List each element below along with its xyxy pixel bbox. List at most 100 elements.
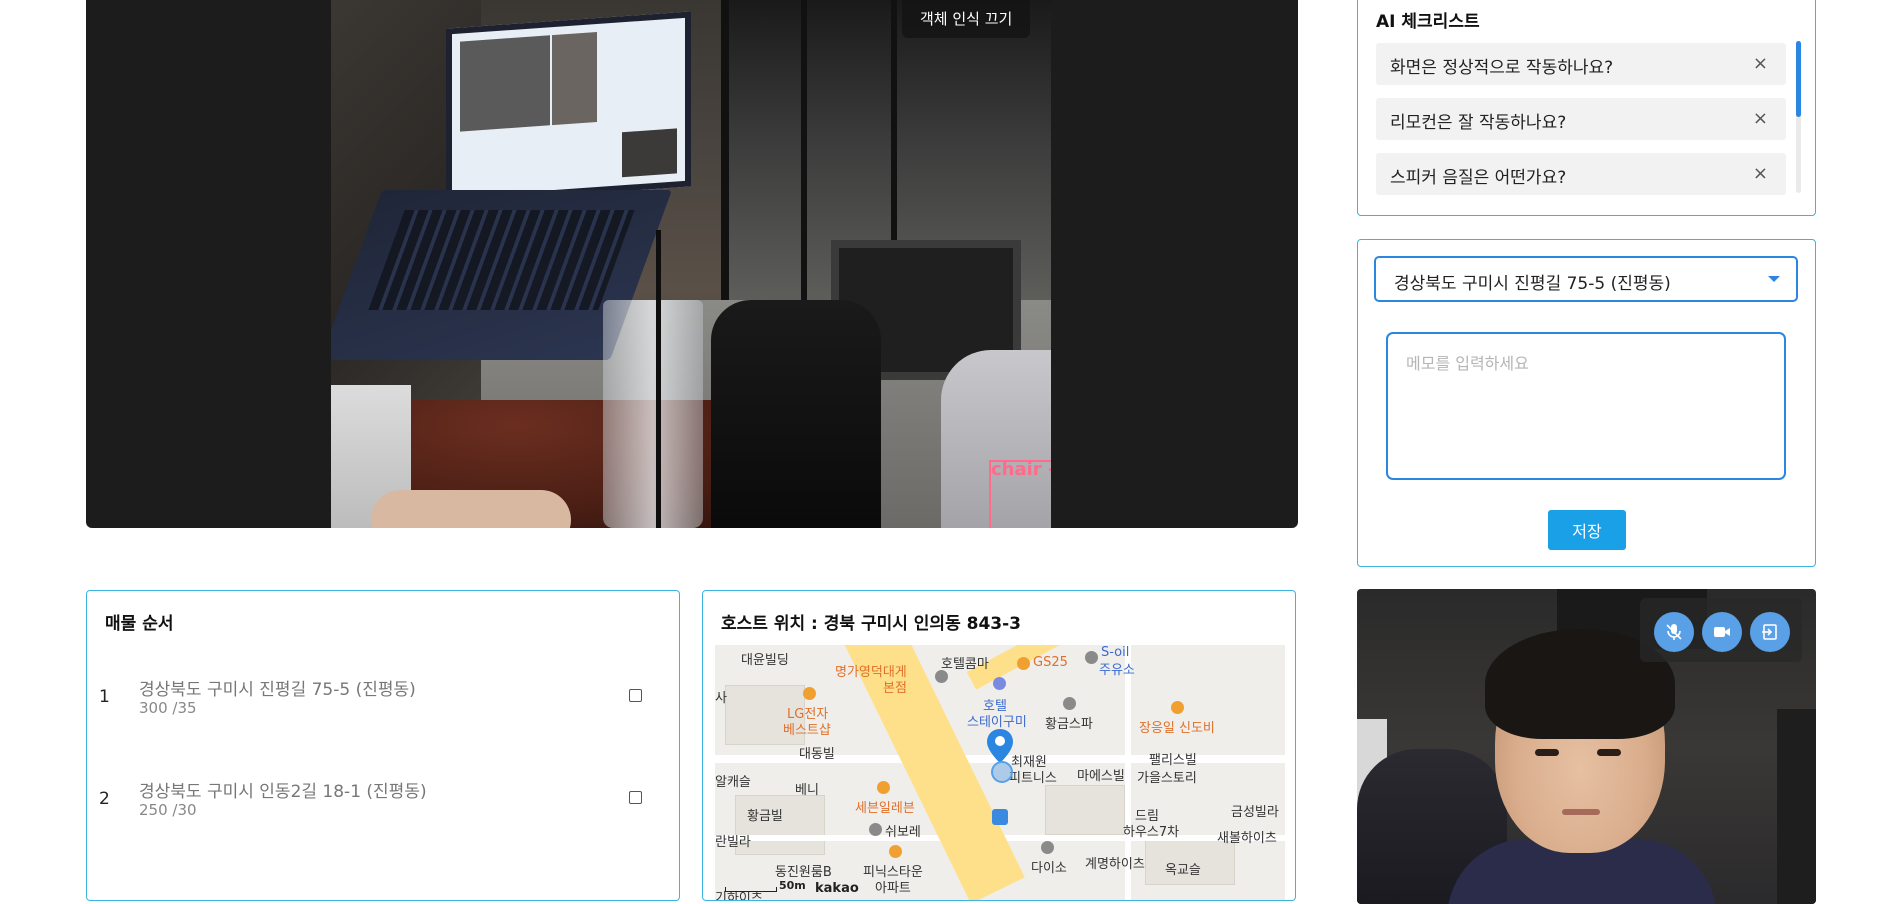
map-label: 스테이구미 [967, 715, 1027, 730]
mic-off-button[interactable] [1654, 612, 1694, 652]
self-video-eye [1597, 749, 1621, 756]
map-poi [803, 687, 816, 700]
checklist-scrollbar-thumb[interactable] [1796, 41, 1801, 117]
map-label: 계명하이츠 [1085, 857, 1145, 872]
map-poi [1085, 651, 1098, 664]
checklist-item[interactable]: 스피커 음질은 어떤가요? × [1376, 153, 1786, 195]
object-detection-toggle-button[interactable]: 객체 인식 끄기 [902, 0, 1031, 38]
map-poi [993, 677, 1006, 690]
map-scale-label: 50m [779, 879, 806, 892]
close-icon[interactable]: × [1753, 53, 1768, 74]
map-label: 피트니스 [1009, 771, 1057, 786]
map-poi [1063, 697, 1076, 710]
map-label: 본점 [883, 681, 907, 696]
map-poi [935, 670, 948, 683]
chevron-down-icon [1768, 276, 1780, 282]
main-video: chair - 객체 인식 끄기 [86, 0, 1298, 528]
location-pin-icon[interactable] [987, 729, 1013, 763]
map-label: S-oil [1101, 645, 1130, 660]
map-label: 대동빌 [799, 747, 835, 762]
property-checkbox[interactable] [629, 689, 642, 702]
call-controls [1640, 598, 1802, 662]
map-label: 대윤빌딩 [741, 653, 789, 668]
map-label: 팰리스빌 [1149, 753, 1197, 768]
map-label: 금성빌라 [1231, 805, 1279, 820]
self-video-eye [1535, 749, 1559, 756]
camera-icon [1714, 627, 1730, 637]
remote-video-feed: chair - [331, 0, 1051, 528]
property-checkbox[interactable] [629, 791, 642, 804]
camera-button[interactable] [1702, 612, 1742, 652]
video-straw [656, 230, 661, 528]
save-button[interactable]: 저장 [1548, 510, 1626, 550]
current-location-dot [991, 761, 1013, 783]
map-scale-bar [725, 887, 777, 892]
property-order-panel: 매물 순서 1 경상북도 구미시 진평길 75-5 (진평동) 300 /35 … [86, 590, 680, 901]
host-location-panel: 호스트 위치 : 경북 구미시 인의동 843-3 대윤빌딩 명가영덕대게 본점… [702, 590, 1296, 901]
map-label: 베니 [795, 783, 819, 798]
detection-label: chair - [991, 459, 1051, 480]
map-label: 가을스토리 [1137, 771, 1197, 786]
map-label: 아파트 [875, 881, 911, 896]
exit-icon [1762, 624, 1777, 640]
video-glass [603, 300, 703, 528]
map-block [1045, 785, 1125, 835]
address-select-value: 경상북도 구미시 진평길 75-5 (진평동) [1394, 274, 1671, 294]
close-icon[interactable]: × [1753, 163, 1768, 184]
checklist-title: AI 체크리스트 [1376, 12, 1480, 32]
map-label: 옥교슬 [1165, 863, 1201, 878]
close-icon[interactable]: × [1753, 108, 1768, 129]
exit-button[interactable] [1750, 612, 1790, 652]
map-poi [1017, 657, 1030, 670]
ai-checklist-panel: AI 체크리스트 화면은 정상적으로 작동하나요? × 리모컨은 잘 작동하나요… [1357, 0, 1816, 216]
property-order-title: 매물 순서 [105, 614, 174, 634]
map-label: 황금스파 [1045, 717, 1093, 732]
map-poi [1171, 701, 1184, 714]
map-label: 알캐슬 [715, 775, 751, 790]
map-poi [877, 781, 890, 794]
property-row[interactable]: 2 경상북도 구미시 인동2길 18-1 (진평동) 250 /30 [99, 771, 659, 831]
map-label: 사 [715, 691, 727, 706]
video-hand [371, 490, 571, 528]
map-poi [869, 823, 882, 836]
map-label: 호텔콤마 [941, 657, 989, 672]
map-poi [1041, 841, 1054, 854]
video-chair [711, 300, 881, 528]
map-label: 하우스7차 [1123, 825, 1180, 840]
map-label: GS25 [1033, 655, 1068, 670]
map-label: 황금빌 [747, 809, 783, 824]
property-price: 250 /30 [139, 801, 197, 819]
map-label: 세븐일레븐 [855, 801, 915, 816]
property-number: 1 [99, 687, 110, 707]
checklist-item[interactable]: 화면은 정상적으로 작동하나요? × [1376, 43, 1786, 85]
map-label: 동진원룸B [775, 865, 832, 880]
map-label: 쉬보레 [885, 825, 921, 840]
mic-off-icon [1666, 624, 1682, 640]
map-label: 주유소 [1099, 663, 1135, 678]
map-label: 다이소 [1031, 861, 1067, 876]
property-address: 경상북도 구미시 진평길 75-5 (진평동) [139, 680, 416, 700]
checklist-item-label: 리모컨은 잘 작동하나요? [1390, 113, 1567, 133]
memo-input[interactable] [1386, 332, 1786, 480]
checklist-item[interactable]: 리모컨은 잘 작동하나요? × [1376, 98, 1786, 140]
address-select[interactable]: 경상북도 구미시 진평길 75-5 (진평동) [1374, 256, 1798, 302]
checklist-item-label: 스피커 음질은 어떤가요? [1390, 168, 1567, 188]
map-label: 베스트샵 [783, 723, 831, 738]
host-location-title: 호스트 위치 : 경북 구미시 인의동 843-3 [721, 614, 1021, 634]
property-address: 경상북도 구미시 인동2길 18-1 (진평동) [139, 782, 427, 802]
kakao-logo: kakao [815, 881, 859, 896]
checklist-item-label: 화면은 정상적으로 작동하나요? [1390, 58, 1614, 78]
map-label: 마에스빌 [1077, 769, 1125, 784]
memo-panel: 경상북도 구미시 진평길 75-5 (진평동) 저장 [1357, 239, 1816, 567]
property-row[interactable]: 1 경상북도 구미시 진평길 75-5 (진평동) 300 /35 [99, 669, 659, 729]
map-label: 장응일 신도비 [1139, 721, 1215, 736]
property-number: 2 [99, 789, 110, 809]
self-video-mouth [1562, 809, 1600, 815]
property-price: 300 /35 [139, 699, 197, 717]
map[interactable]: 대윤빌딩 명가영덕대게 본점 호텔콤마 GS25 S-oil 주유소 LG전자 … [715, 645, 1285, 900]
map-label: 란빌라 [715, 835, 751, 850]
self-video-door [1777, 709, 1816, 904]
map-label: 새볼하이츠 [1217, 831, 1277, 846]
bus-stop-icon [992, 809, 1008, 825]
map-poi [889, 845, 902, 858]
